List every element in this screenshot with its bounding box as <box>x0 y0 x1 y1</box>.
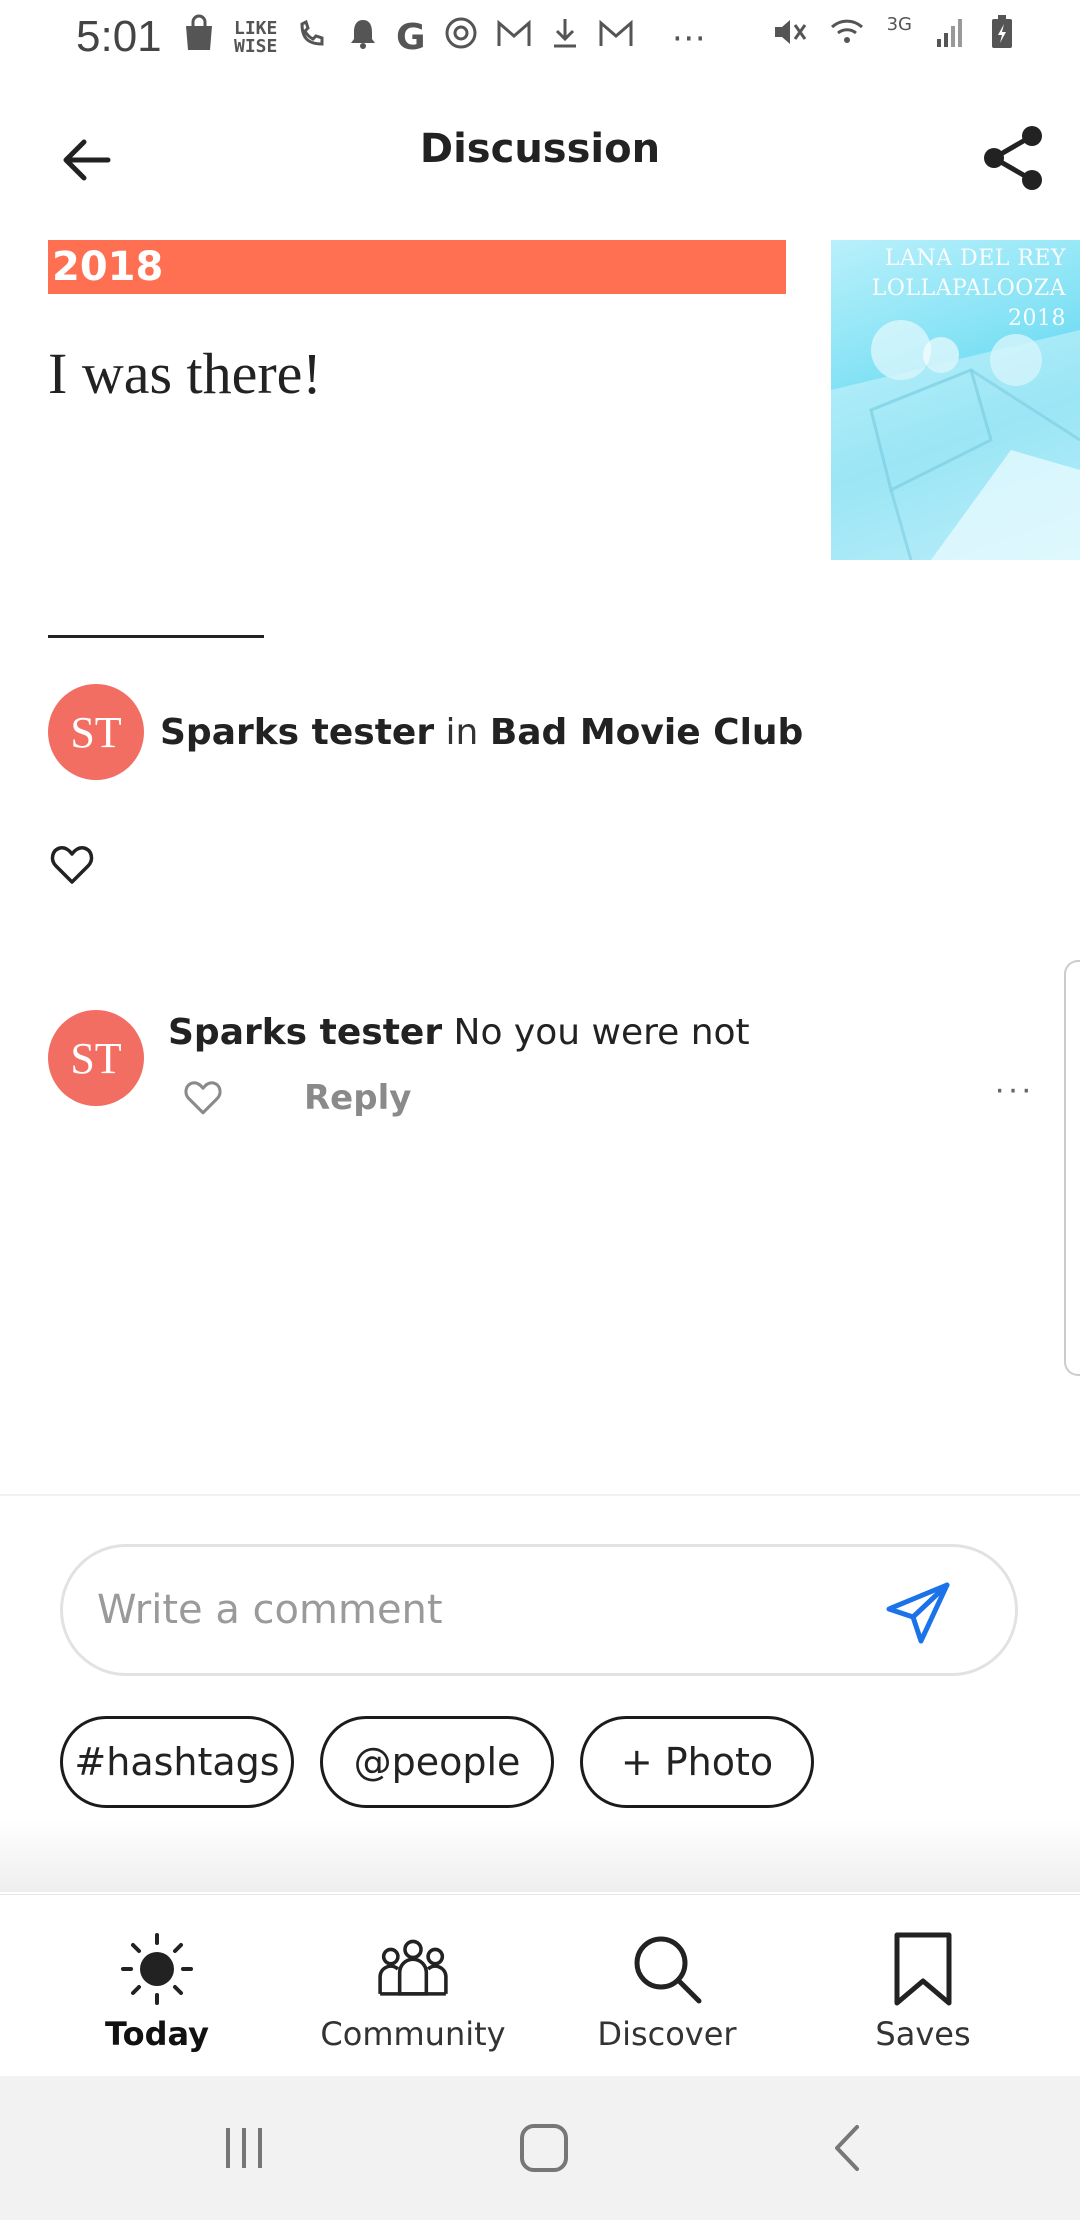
back-icon <box>835 2125 859 2171</box>
wifi-calling-icon <box>296 16 330 59</box>
post-body: I was there! <box>48 341 322 406</box>
post-author-row: ST Sparks tester in Bad Movie Club <box>48 684 803 780</box>
shopping-bag-icon <box>182 14 216 61</box>
gmail-icon <box>598 18 634 58</box>
page-title: Discussion <box>419 126 661 172</box>
comment-more-button[interactable]: ··· <box>994 1070 1034 1109</box>
share-icon <box>984 126 1042 190</box>
home-icon <box>520 2124 568 2172</box>
gmail-icon <box>496 18 532 58</box>
nav-label: Today <box>105 2015 209 2053</box>
comment-input[interactable] <box>97 1575 877 1645</box>
composer-divider <box>0 1494 1080 1496</box>
nav-today[interactable]: Today <box>22 1895 292 2077</box>
bottom-nav: Today Community Discover Saves <box>0 1894 1080 2076</box>
group-name[interactable]: Bad Movie Club <box>490 712 804 753</box>
author-name[interactable]: Sparks tester <box>160 712 434 753</box>
comment-composer <box>60 1544 1018 1676</box>
podcast-icon <box>444 16 478 59</box>
bell-icon <box>348 16 378 59</box>
comment-author[interactable]: Sparks tester <box>168 1012 442 1053</box>
comment-body: No you were not <box>453 1012 750 1053</box>
nav-discover[interactable]: Discover <box>532 1895 802 2077</box>
bookmark-icon <box>883 1929 963 2009</box>
more-dots-icon: ⋯ <box>671 17 706 58</box>
send-icon <box>886 1582 950 1644</box>
nav-community[interactable]: Community <box>278 1895 548 2077</box>
google-icon: G <box>396 17 426 58</box>
post-thumbnail[interactable]: LANA DEL REY LOLLAPALOOZA 2018 <box>831 240 1080 560</box>
comment-item: ST Sparks tester No you were not Reply ·… <box>48 1010 1038 1150</box>
nav-label: Saves <box>875 2015 971 2053</box>
status-right-icons: 3G <box>771 14 1014 58</box>
home-button[interactable] <box>504 2112 584 2184</box>
sun-icon <box>117 1929 197 2009</box>
divider <box>48 635 264 638</box>
thumbnail-caption: LANA DEL REY LOLLAPALOOZA 2018 <box>871 246 1066 331</box>
app-header: Discussion <box>0 72 1080 240</box>
hashtags-chip[interactable]: #hashtags <box>60 1716 294 1808</box>
avatar[interactable]: ST <box>48 684 144 780</box>
nav-saves[interactable]: Saves <box>788 1895 1058 2077</box>
system-nav-bar <box>0 2076 1080 2220</box>
author-line: Sparks tester in Bad Movie Club <box>160 712 803 753</box>
people-chip[interactable]: @people <box>320 1716 554 1808</box>
status-bar: 5:01 LIKE WISE G ⋯ 3G <box>0 0 1080 72</box>
download-icon <box>550 16 580 59</box>
mute-icon <box>771 15 807 57</box>
system-back-button[interactable] <box>808 2112 888 2184</box>
share-button[interactable] <box>972 116 1056 200</box>
side-panel-handle[interactable] <box>1064 960 1080 1376</box>
like-comment-button[interactable] <box>182 1076 226 1120</box>
heart-outline-icon <box>184 1081 222 1115</box>
nav-shadow <box>0 1820 1080 1892</box>
avatar[interactable]: ST <box>48 1010 144 1106</box>
like-post-button[interactable] <box>48 840 96 888</box>
recents-button[interactable] <box>204 2112 284 2184</box>
reply-button[interactable]: Reply <box>304 1078 411 1118</box>
status-left-icons: LIKE WISE G ⋯ <box>182 14 706 61</box>
author-in-label: in <box>445 711 479 753</box>
search-icon <box>627 1929 707 2009</box>
send-button[interactable] <box>883 1577 955 1649</box>
network-type: 3G <box>886 13 912 35</box>
wifi-icon <box>829 15 865 57</box>
likewise-icon: LIKE WISE <box>234 17 278 57</box>
recents-icon <box>226 2128 262 2168</box>
people-icon <box>373 1929 453 2009</box>
status-time: 5:01 <box>76 12 162 61</box>
photo-chip[interactable]: + Photo <box>580 1716 814 1808</box>
signal-icon <box>934 15 968 57</box>
heart-outline-icon <box>50 846 94 884</box>
nav-label: Discover <box>597 2015 737 2053</box>
composer-chips: #hashtags @people + Photo <box>60 1716 814 1808</box>
nav-label: Community <box>320 2015 506 2053</box>
post-title-banner[interactable]: 2018 <box>48 240 786 294</box>
battery-icon <box>990 14 1014 58</box>
comment-text: Sparks tester No you were not <box>168 1012 750 1053</box>
